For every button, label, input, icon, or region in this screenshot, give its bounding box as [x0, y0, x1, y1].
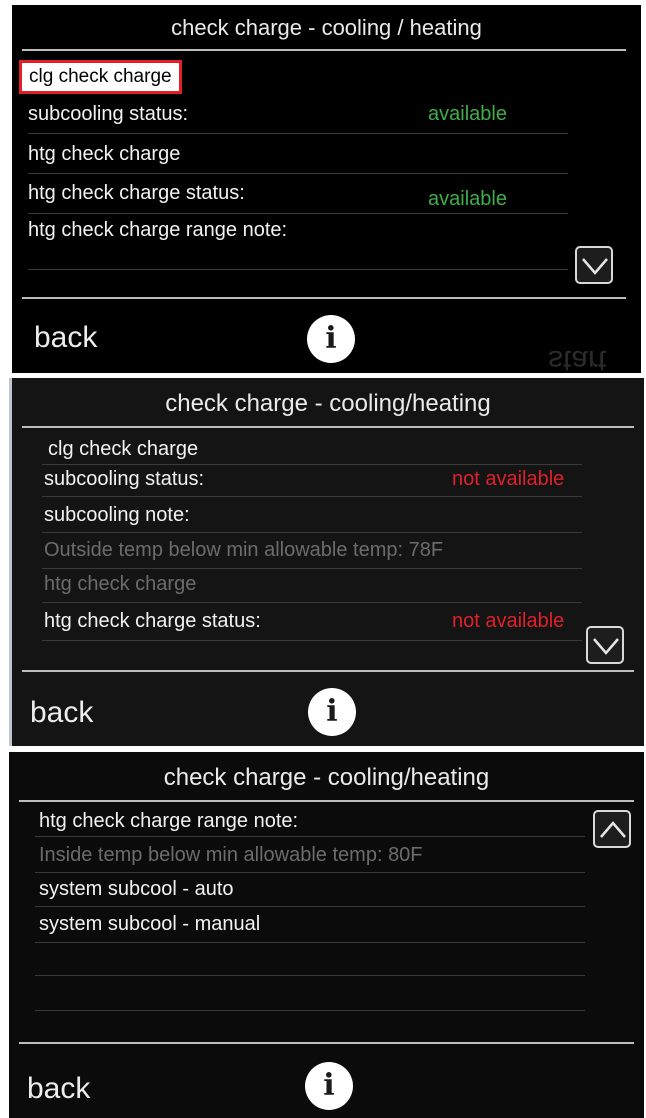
row-divider: [42, 496, 582, 497]
status-value: available: [428, 188, 507, 210]
row-label: Inside temp below min allowable temp: 80…: [39, 844, 423, 866]
menu-item-htg-check-charge-range-note[interactable]: htg check charge range note:: [39, 810, 298, 833]
ghost-text: start: [548, 344, 607, 373]
row-divider: [28, 133, 568, 134]
check-charge-screen-1: check charge - cooling / heating clg che…: [12, 5, 641, 373]
status-value: not available: [452, 468, 565, 490]
menu-item-system-subcool-auto[interactable]: system subcool - auto: [39, 878, 234, 901]
subcooling-note-text: Outside temp below min allowable temp: 7…: [44, 539, 443, 562]
row-divider: [35, 975, 585, 976]
row-label: htg check charge status:: [44, 610, 261, 632]
row-divider: [35, 906, 585, 907]
footer-divider: [22, 297, 626, 299]
range-note-text: Inside temp below min allowable temp: 80…: [39, 844, 423, 867]
row-label: subcooling status:: [44, 468, 205, 490]
row-label: htg check charge: [44, 573, 197, 595]
menu-item-htg-check-charge-status[interactable]: htg check charge status:: [28, 182, 245, 205]
info-icon[interactable]: i: [305, 1062, 353, 1110]
row-divider: [28, 269, 568, 270]
footer-divider: [19, 1042, 634, 1044]
menu-item-subcooling-note[interactable]: subcooling note:: [44, 504, 190, 527]
page-title: check charge - cooling / heating: [171, 15, 482, 40]
status-value: not available: [452, 610, 565, 632]
row-divider: [28, 213, 568, 214]
back-button[interactable]: back: [27, 1072, 90, 1106]
menu-item-htg-check-charge-status[interactable]: htg check charge status:: [44, 610, 261, 633]
menu-item-htg-check-charge-range-note[interactable]: htg check charge range note:: [28, 219, 287, 242]
menu-item-clg-check-charge[interactable]: clg check charge: [19, 60, 182, 94]
row-divider: [35, 836, 585, 837]
chevron-up-icon: [600, 821, 626, 838]
row-label: subcooling status:: [28, 103, 189, 125]
row-divider: [42, 640, 582, 641]
row-divider: [42, 464, 582, 465]
row-label: htg check charge: [28, 143, 181, 165]
row-label: subcooling note:: [44, 504, 190, 526]
menu-item-system-subcool-manual[interactable]: system subcool - manual: [39, 913, 260, 936]
scroll-down-button[interactable]: [586, 626, 624, 664]
check-charge-screen-3: check charge - cooling/heating htg check…: [9, 752, 644, 1118]
scroll-up-button[interactable]: [593, 810, 631, 848]
row-divider: [35, 942, 585, 943]
row-label: clg check charge: [48, 438, 199, 460]
menu-item-subcooling-status[interactable]: subcooling status:: [44, 468, 204, 491]
check-charge-screen-2: check charge - cooling/heating clg check…: [9, 378, 644, 746]
row-divider: [42, 602, 582, 603]
row-divider: [35, 1010, 585, 1011]
menu-item-htg-check-charge: htg check charge: [44, 573, 196, 596]
menu-item-clg-check-charge[interactable]: clg check charge: [48, 438, 198, 461]
title-divider: [19, 800, 634, 802]
status-value: available: [428, 103, 507, 125]
page-title: check charge - cooling/heating: [165, 390, 491, 417]
info-icon[interactable]: i: [307, 315, 355, 363]
title-divider: [22, 426, 634, 428]
menu-item-htg-check-charge[interactable]: htg check charge: [28, 143, 180, 166]
row-label: Outside temp below min allowable temp: 7…: [44, 539, 444, 561]
info-icon[interactable]: i: [308, 688, 356, 736]
row-label: htg check charge status:: [28, 182, 245, 204]
footer-divider: [22, 670, 634, 672]
chevron-down-icon: [582, 258, 608, 275]
row-divider: [42, 568, 582, 569]
back-button[interactable]: back: [34, 321, 97, 355]
row-divider: [42, 532, 582, 533]
scroll-down-button[interactable]: [575, 246, 613, 284]
menu-item-label: clg check charge: [29, 66, 172, 87]
menu-item-subcooling-status[interactable]: subcooling status:: [28, 103, 188, 126]
row-label: system subcool - manual: [39, 913, 261, 935]
title-divider: [22, 49, 626, 51]
row-divider: [35, 872, 585, 873]
row-divider: [28, 173, 568, 174]
row-label: htg check charge range note:: [39, 810, 299, 832]
page-title: check charge - cooling/heating: [163, 764, 490, 791]
row-label: htg check charge range note:: [28, 219, 288, 241]
row-label: system subcool - auto: [39, 878, 234, 900]
back-button[interactable]: back: [30, 696, 93, 730]
chevron-down-icon: [593, 638, 619, 655]
